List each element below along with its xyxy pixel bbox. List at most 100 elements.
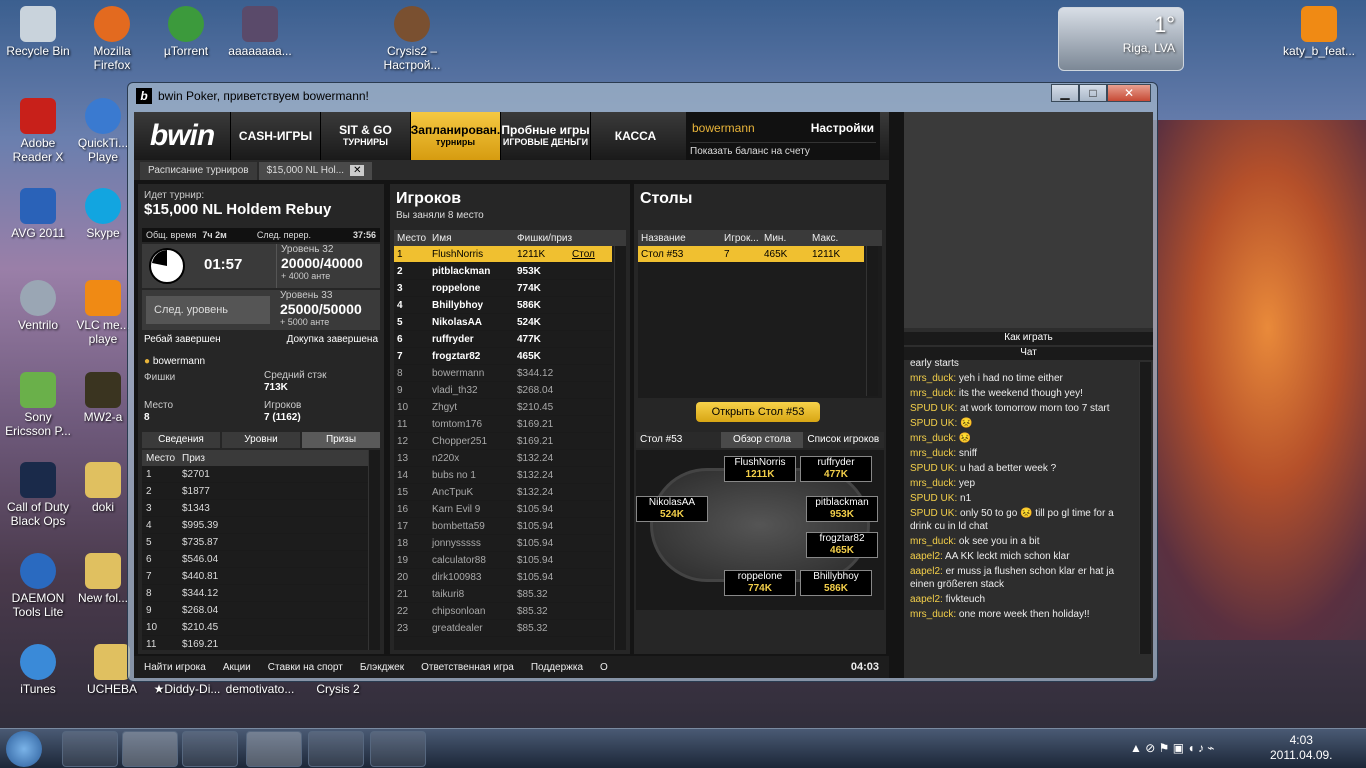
nav-scheduled-tournaments[interactable]: Запланирован. турниры [410,112,500,160]
open-table-button[interactable]: Открыть Стол #53 [696,402,820,422]
seat-frogztar82[interactable]: frogztar82 465K [806,532,878,558]
recycle-bin-icon[interactable]: Recycle Bin [2,6,74,58]
player-row[interactable]: 20 dirk100983 $105.94 [394,569,612,586]
prize-scrollbar[interactable] [368,450,380,650]
seat-pitblackman[interactable]: pitblackman 953K [806,496,878,522]
settings-link[interactable]: Настройки [811,121,874,135]
subtab-table-overview[interactable]: Обзор стола [721,432,803,448]
show-balance-link[interactable]: Показать баланс на счету [690,142,876,157]
tables-scrollbar[interactable] [866,246,878,396]
account-username[interactable]: bowermann [692,121,755,135]
player-row[interactable]: 6 ruffryder 477K [394,331,612,348]
utorrent-taskbar-icon[interactable] [182,731,238,767]
nav-sit-and-go[interactable]: SIT & GO ТУРНИРЫ [320,112,410,160]
player-row[interactable]: 18 jonnysssss $105.94 [394,535,612,552]
table-link[interactable]: Стол [572,249,595,260]
firefox-desktop-icon[interactable]: Mozilla Firefox [76,6,148,72]
player-row[interactable]: 9 vladi_th32 $268.04 [394,382,612,399]
subtab-levels[interactable]: Уровни [222,432,300,448]
vlc-file-icon[interactable]: katy_b_feat... [1276,6,1362,58]
sony-ericsson-icon[interactable]: Sony Ericsson P... [2,372,74,438]
player-row[interactable]: 16 Karn Evil 9 $105.94 [394,501,612,518]
player-row[interactable]: 14 bubs no 1 $132.24 [394,467,612,484]
player-row[interactable]: 19 calculator88 $105.94 [394,552,612,569]
bwin-taskbar-icon[interactable] [246,731,302,767]
chat-scrollbar[interactable] [1139,362,1151,654]
player-row[interactable]: 22 chipsonloan $85.32 [394,603,612,620]
video-file-icon[interactable]: аааааааа... [224,6,296,58]
tray-icons[interactable]: ▲ ⊘ ⚑ ▣ ◖ ♪ ⌁ [1130,741,1215,755]
nav-cashier[interactable]: КАССА [590,112,680,160]
explorer-taskbar-icon[interactable] [62,731,118,767]
seat-flushnorris[interactable]: FlushNorris 1211K [724,456,796,482]
ventrilo-icon[interactable]: Ventrilo [2,280,74,332]
player-row[interactable]: 23 greatdealer $85.32 [394,620,612,637]
skype-taskbar-icon[interactable] [370,731,426,767]
nav-cash-games[interactable]: CASH-ИГРЫ [230,112,320,160]
avg-icon[interactable]: AVG 2011 [2,188,74,240]
start-button[interactable] [6,731,42,767]
promotions-link[interactable]: Акции [223,662,251,673]
about-link[interactable]: О [600,662,608,673]
player-row[interactable]: 5 NikolasAA 524K [394,314,612,331]
itunes-desktop-icon[interactable]: iTunes [2,644,74,696]
subtab-prizes[interactable]: Призы [302,432,380,448]
table-overview: FlushNorris 1211K ruffryder 477K NikolasAA… [636,450,884,610]
support-link[interactable]: Поддержка [531,662,583,673]
demotivator-file-icon[interactable]: demotivato... [224,682,296,696]
player-row[interactable]: 7 frogztar82 465K [394,348,612,365]
player-row[interactable]: 15 AncTpuK $132.24 [394,484,612,501]
quicktime-icon[interactable]: QuickTi... Playe [76,98,130,164]
player-place: 10 [397,401,409,413]
skype-desktop-icon[interactable]: Skype [76,188,130,240]
player-row[interactable]: 3 roppelone 774K [394,280,612,297]
player-row[interactable]: 4 Bhillybhoy 586K [394,297,612,314]
tab-tournament-schedule[interactable]: Расписание турниров [140,162,257,180]
utorrent-desktop-icon[interactable]: µTorrent [150,6,222,58]
player-row[interactable]: 1 FlushNorris 1211K Стол [394,246,612,263]
firefox-taskbar-icon[interactable] [122,731,178,767]
player-row[interactable]: 13 n220x $132.24 [394,450,612,467]
nav-play-money[interactable]: Пробные игры ИГРОВЫЕ ДЕНЬГИ [500,112,590,160]
responsible-gaming-link[interactable]: Ответственная игра [421,662,514,673]
mw2-icon[interactable]: MW2-a [76,372,130,424]
find-player-link[interactable]: Найти игрока [144,662,206,673]
blackjack-link[interactable]: Блэкджек [360,662,404,673]
player-row[interactable]: 8 bowermann $344.12 [394,365,612,382]
seat-bhillybhoy[interactable]: Bhillybhoy 586K [800,570,872,596]
itunes-taskbar-icon[interactable] [308,731,364,767]
seat-nikolasaa[interactable]: NikolasAA 524K [636,496,708,522]
player-row[interactable]: 10 Zhgyt $210.45 [394,399,612,416]
subtab-details[interactable]: Сведения [142,432,220,448]
player-row[interactable]: 21 taikuri8 $85.32 [394,586,612,603]
system-clock[interactable]: 4:03 2011.04.09. [1270,733,1333,763]
tab-current-tournament[interactable]: $15,000 NL Hol... ✕ [258,162,373,180]
table-row-53[interactable]: Стол #53 7 465K 1211K [638,246,864,263]
weather-gadget[interactable]: 1° Riga, LVA [1058,7,1184,71]
doki-folder-icon[interactable]: doki [76,462,130,514]
player-row[interactable]: 2 pitblackman 953K [394,263,612,280]
minimize-button[interactable]: ▁ [1051,84,1079,102]
seat-roppelone[interactable]: roppelone 774K [724,570,796,596]
subtab-player-list[interactable]: Список игроков [802,432,884,448]
maximize-button[interactable]: □ [1079,84,1107,102]
player-row[interactable]: 11 tomtom176 $169.21 [394,416,612,433]
subtab-table-53[interactable]: Стол #53 [636,432,722,448]
diddy-file-icon[interactable]: ★Diddy-Di... [150,682,224,696]
crysis2-config-icon[interactable]: Crysis2 – Настрой... [376,6,448,72]
call-of-duty-icon[interactable]: Call of Duty Black Ops [2,462,74,528]
crysis2-icon[interactable]: Crysis 2 [302,682,374,696]
players-scrollbar[interactable] [614,246,626,650]
window-titlebar[interactable]: b bwin Poker, приветствуем bowermann! [128,83,1157,109]
seat-ruffryder[interactable]: ruffryder 477K [800,456,872,482]
player-row[interactable]: 12 Chopper251 $169.21 [394,433,612,450]
player-row[interactable]: 17 bombetta59 $105.94 [394,518,612,535]
daemon-tools-icon[interactable]: DAEMON Tools Lite [2,553,74,619]
adobe-reader-icon[interactable]: Adobe Reader X [2,98,74,164]
new-folder-icon[interactable]: New fol... [76,553,130,605]
close-tab-icon[interactable]: ✕ [350,165,365,176]
vlc-desktop-icon[interactable]: VLC me... playe [76,280,130,346]
sports-betting-link[interactable]: Ставки на спорт [268,662,343,673]
how-to-play-header[interactable]: Как играть [904,332,1153,345]
close-button[interactable]: ✕ [1107,84,1151,102]
